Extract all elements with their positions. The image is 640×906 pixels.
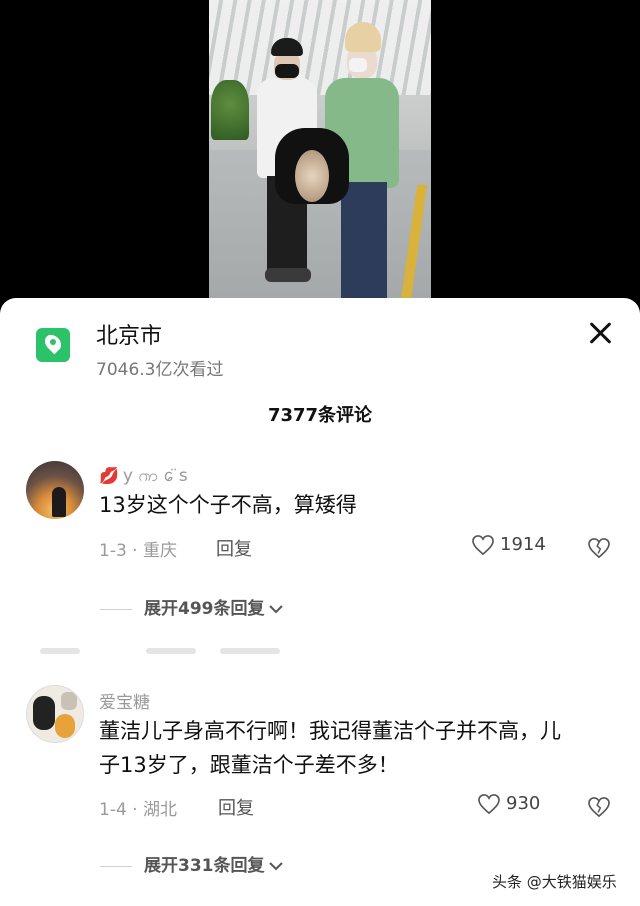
lips-icon: 💋 — [99, 466, 119, 485]
location-title[interactable]: 北京市 — [96, 318, 162, 350]
like-button[interactable]: 1914 — [472, 534, 546, 555]
screen: 北京市 7046.3亿次看过 7377条评论 💋 y ၮ ᩮ̈ s 13岁这个个子… — [0, 0, 640, 906]
expand-replies-button[interactable]: 展开331条回复 — [100, 851, 284, 876]
comments-count: 7377条评论 — [267, 405, 373, 426]
location-pin-icon — [36, 328, 70, 362]
chevron-down-icon — [268, 605, 283, 614]
comment-text: 董洁儿子身高不行啊！我记得董洁个子并不高，儿子13岁了，跟董洁个子差不多！ — [99, 719, 561, 777]
comment-username[interactable]: 💋 y ၮ ᩮ̈ s — [99, 463, 188, 490]
broken-heart-icon[interactable] — [588, 797, 610, 817]
comments-sheet: 北京市 7046.3亿次看过 7377条评论 💋 y ၮ ᩮ̈ s 13岁这个个子… — [0, 298, 640, 906]
avatar[interactable] — [26, 461, 84, 519]
avatar[interactable] — [26, 685, 84, 743]
expand-replies-button[interactable]: 展开499条回复 — [100, 594, 284, 619]
video-fur-hood — [295, 150, 329, 202]
partial-comment-divider — [40, 648, 600, 658]
comment-date-place: 1-3 · 重庆 — [99, 541, 177, 561]
video-frame[interactable] — [209, 0, 431, 300]
chevron-down-icon — [268, 862, 283, 871]
like-button[interactable]: 930 — [478, 793, 540, 814]
close-icon[interactable] — [586, 318, 616, 348]
like-count: 1914 — [500, 534, 546, 555]
reply-button[interactable]: 回复 — [216, 535, 252, 561]
comment-date-place: 1-4 · 湖北 — [99, 800, 177, 820]
heart-icon — [478, 794, 500, 814]
location-views: 7046.3亿次看过 — [96, 360, 224, 380]
comment-username[interactable]: 爱宝糖 — [99, 688, 150, 713]
heart-icon — [472, 535, 494, 555]
video-plant — [211, 80, 249, 140]
watermark: 头条 @大铁猫娱乐 — [492, 873, 617, 891]
like-count: 930 — [506, 793, 541, 814]
comment-text: 13岁这个个子不高，算矮得 — [99, 493, 357, 517]
broken-heart-icon[interactable] — [588, 538, 610, 558]
reply-button[interactable]: 回复 — [218, 794, 254, 820]
